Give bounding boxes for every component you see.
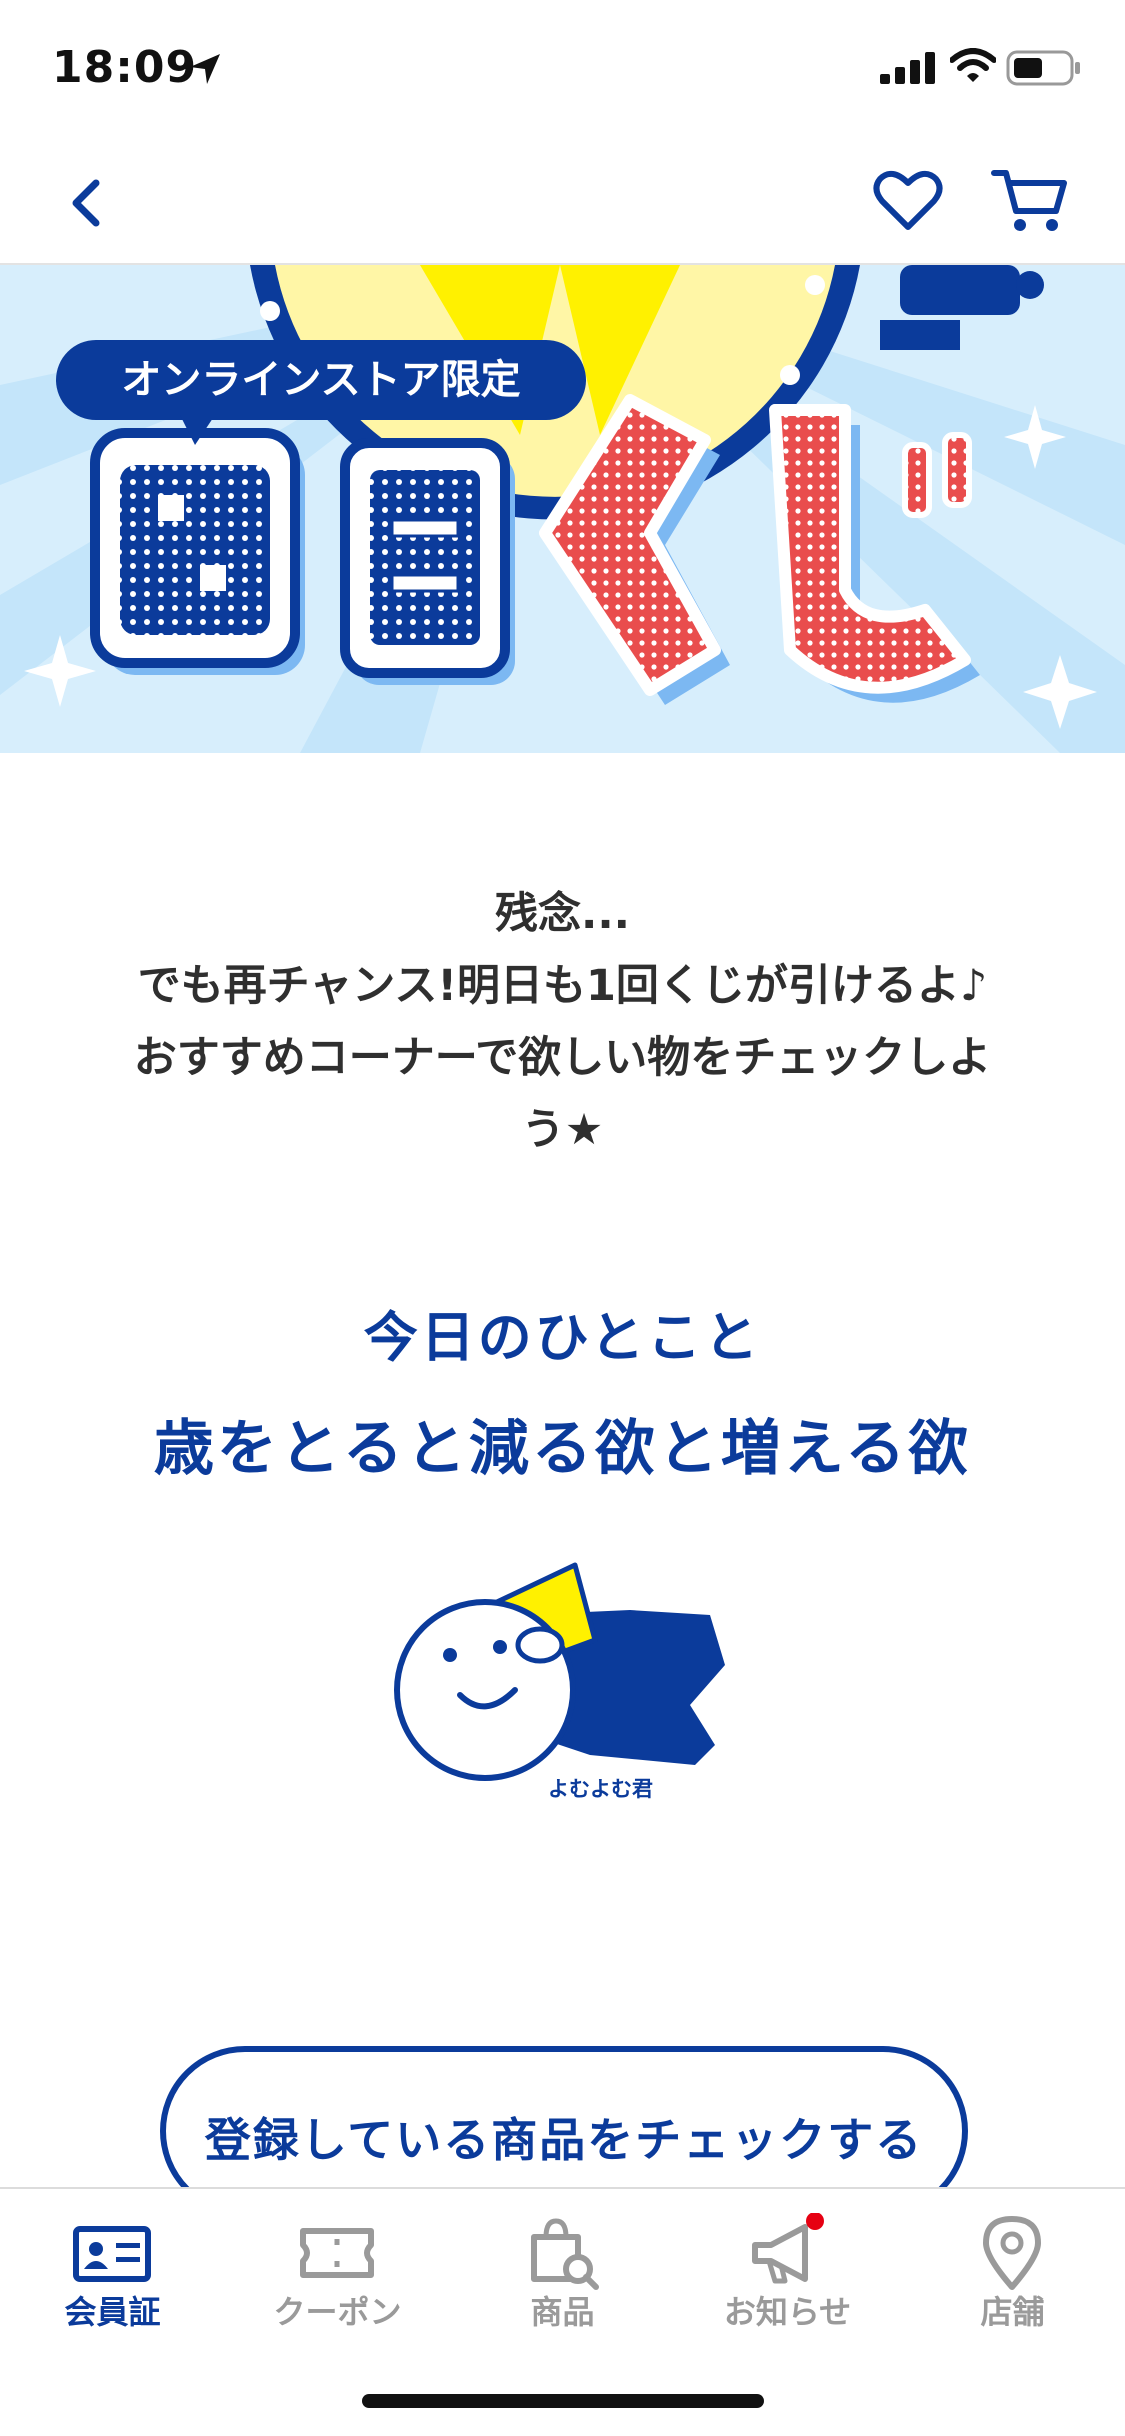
tab-coupon[interactable]: クーポン: [225, 2189, 450, 2349]
megaphone-icon: [752, 2213, 824, 2284]
coupon-ticket-icon: [300, 2228, 374, 2278]
tab-label: 店舗: [980, 2293, 1045, 2331]
tab-label: クーポン: [273, 2293, 402, 2331]
map-pin-icon: [983, 2216, 1041, 2290]
tab-notices[interactable]: お知らせ: [675, 2189, 900, 2349]
message-line-3: おすすめコーナーで欲しい物をチェックしよ: [133, 1033, 992, 1083]
today-phrase: 歳をとると減る欲と増える欲: [153, 1414, 972, 1484]
nav-bar: [0, 135, 1125, 265]
notification-badge: [806, 2213, 824, 2230]
shopping-bag-search-icon: [531, 2218, 599, 2290]
home-indicator[interactable]: [362, 2394, 764, 2408]
tab-stores[interactable]: 店舗: [900, 2189, 1125, 2349]
banner-illustration: オンラインストア限定: [0, 265, 1125, 753]
tab-label: 商品: [530, 2293, 595, 2331]
tab-label: お知らせ: [723, 2293, 852, 2331]
tab-products[interactable]: 商品: [450, 2189, 675, 2349]
status-time: 18:09: [52, 42, 198, 93]
tab-member-card[interactable]: 会員証: [0, 2189, 225, 2349]
cart-icon[interactable]: [990, 165, 1070, 237]
wifi-icon: [950, 48, 996, 82]
result-message: 残念... でも再チャンス!明日も1回くじが引けるよ♪ おすすめコーナーで欲しい…: [60, 878, 1065, 1166]
member-card-icon: [73, 2226, 151, 2282]
cellular-signal-icon: [880, 52, 935, 84]
daily-lottery-banner: オンラインストア限定: [0, 265, 1125, 753]
message-line-1: 残念...: [494, 889, 630, 939]
location-arrow-icon: [190, 54, 220, 84]
mascot-name: よむよむ君: [548, 1777, 653, 1801]
banner-badge: オンラインストア限定: [121, 357, 520, 403]
today-heading: 今日のひとこと: [363, 1306, 762, 1369]
favorite-heart-icon[interactable]: [872, 165, 944, 237]
tab-label: 会員証: [64, 2293, 161, 2331]
message-line-2: でも再チャンス!明日も1回くじが引けるよ♪: [137, 961, 988, 1011]
message-line-4: う★: [521, 1105, 604, 1155]
battery-icon: [1006, 50, 1080, 86]
status-bar: 18:09: [0, 0, 1125, 135]
back-chevron-icon[interactable]: [58, 173, 118, 233]
